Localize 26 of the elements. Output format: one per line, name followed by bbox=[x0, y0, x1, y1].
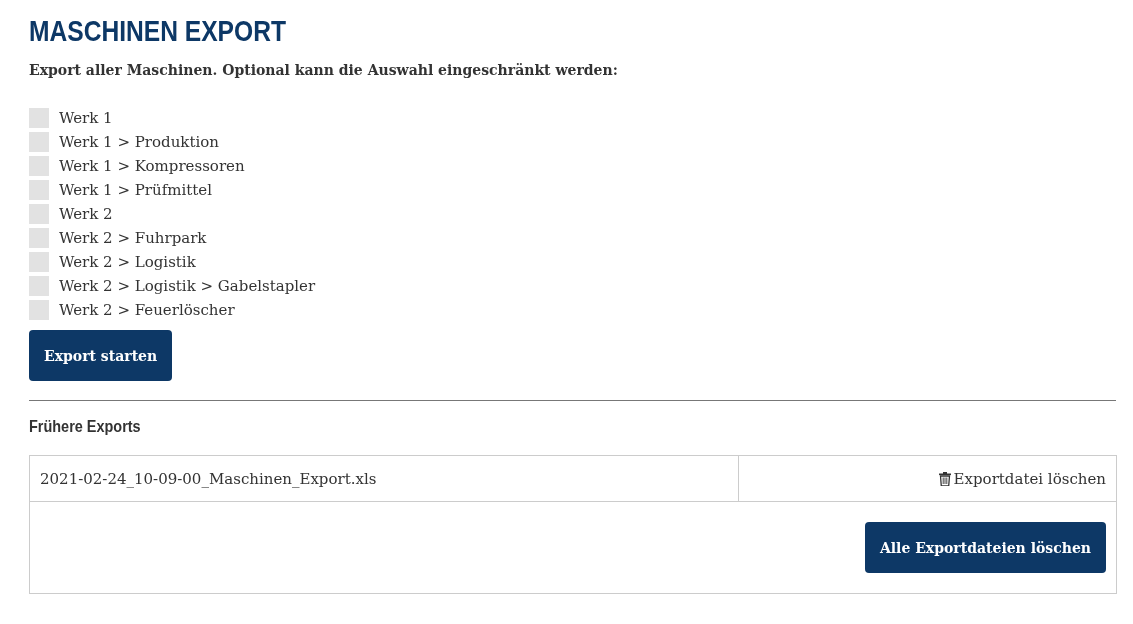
checkbox-label: Werk 1 bbox=[59, 109, 113, 127]
export-start-button[interactable]: Export starten bbox=[29, 330, 173, 381]
file-name-cell: 2021-02-24_10-09-00_Maschinen_Export.xls bbox=[30, 456, 739, 501]
checkbox-label: Werk 2 > Fuhrpark bbox=[59, 229, 207, 247]
checkbox[interactable] bbox=[29, 132, 49, 152]
checkbox[interactable] bbox=[29, 300, 49, 320]
checkbox[interactable] bbox=[29, 204, 49, 224]
checkbox-label: Werk 2 > Feuerlöscher bbox=[59, 301, 235, 319]
checkbox-label: Werk 2 > Logistik bbox=[59, 253, 196, 271]
checkbox[interactable] bbox=[29, 156, 49, 176]
page-title: MASCHINEN EXPORT bbox=[29, 14, 287, 48]
checkbox-label: Werk 1 > Prüfmittel bbox=[59, 181, 212, 199]
checkbox-label: Werk 2 bbox=[59, 205, 113, 223]
delete-all-button[interactable]: Alle Exportdateien löschen bbox=[864, 522, 1106, 573]
checkbox[interactable] bbox=[29, 108, 49, 128]
delete-file-link[interactable]: Exportdatei löschen bbox=[938, 469, 1106, 488]
trash-icon bbox=[938, 471, 951, 486]
checkbox[interactable] bbox=[29, 252, 49, 272]
section-title: Frühere Exports bbox=[29, 417, 142, 437]
checkbox[interactable] bbox=[29, 228, 49, 248]
checkbox[interactable] bbox=[29, 180, 49, 200]
checkbox[interactable] bbox=[29, 276, 49, 296]
intro-text: Export aller Maschinen. Optional kann die Auswahl eingeschränkt werden: bbox=[29, 62, 619, 78]
checkbox-label: Werk 2 > Logistik > Gabelstapler bbox=[59, 277, 316, 295]
checkbox-label: Werk 1 > Produktion bbox=[59, 133, 219, 151]
checkbox-label: Werk 1 > Kompressoren bbox=[59, 157, 245, 175]
